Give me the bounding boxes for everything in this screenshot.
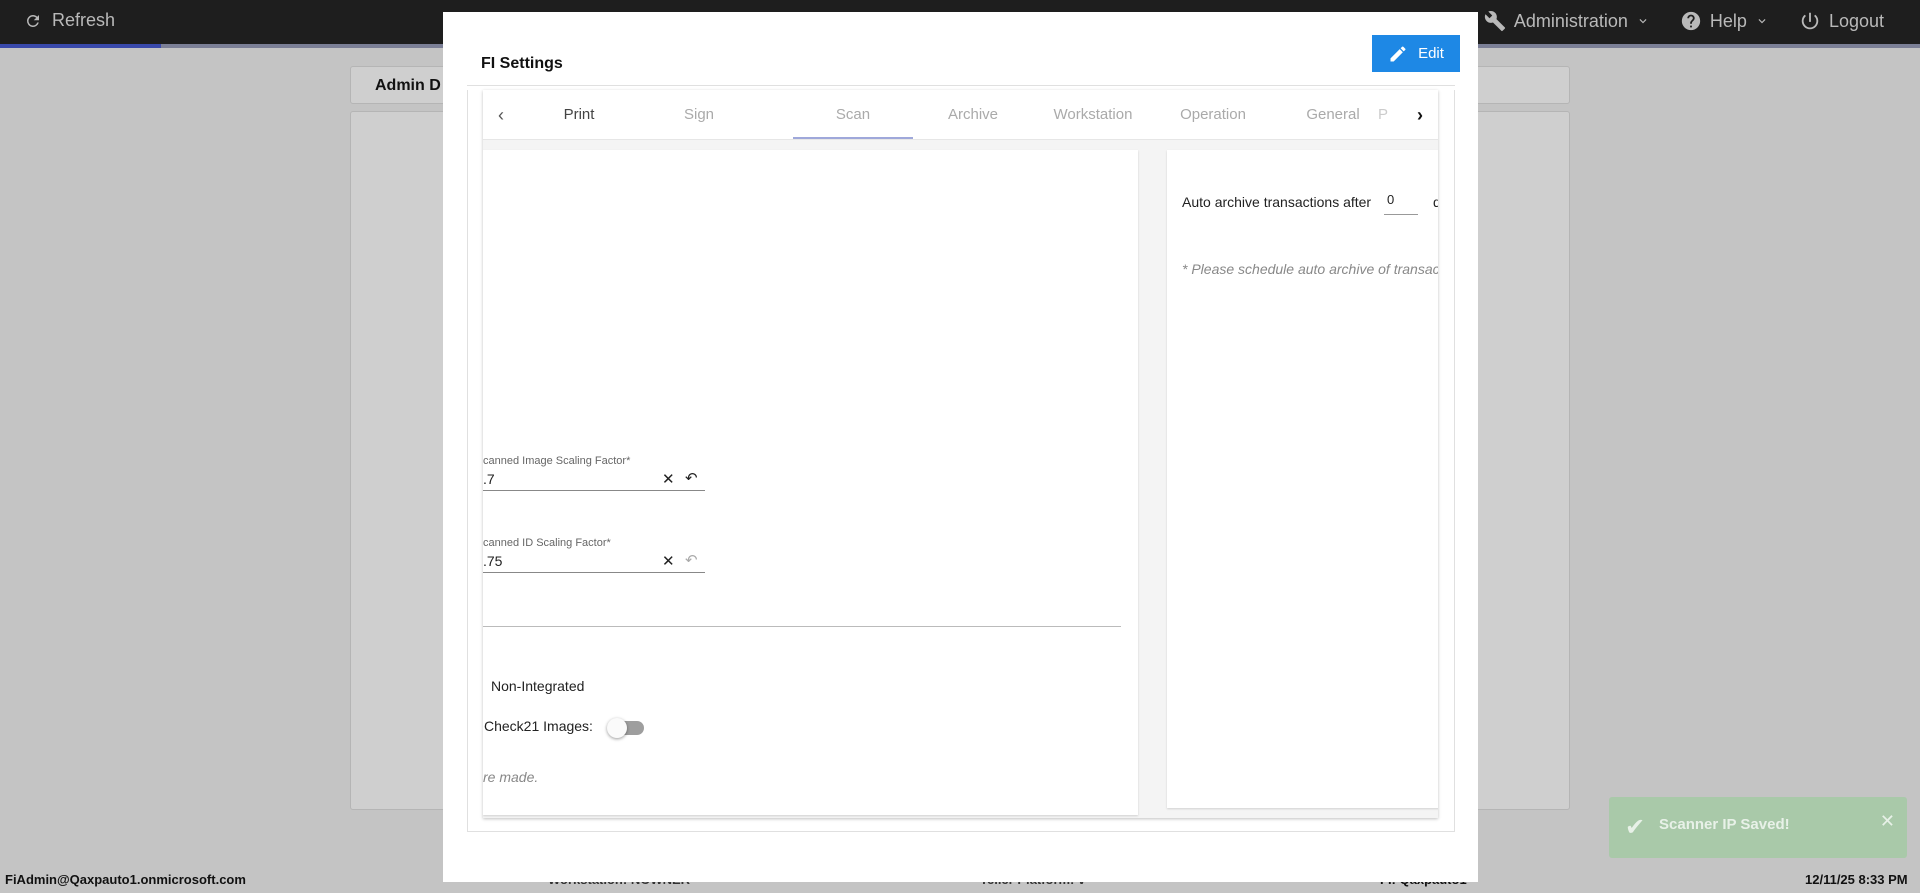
tab-workstation[interactable]: Workstation <box>1033 106 1153 123</box>
help-circle-icon <box>1681 11 1701 31</box>
chevron-down-icon <box>1639 19 1647 24</box>
progress-fill <box>0 44 162 48</box>
check21-toggle-knob[interactable] <box>607 718 627 738</box>
tab-partial[interactable]: P <box>1363 106 1403 123</box>
refresh-button[interactable]: Refresh <box>24 10 115 31</box>
administration-menu[interactable]: Administration <box>1484 10 1650 32</box>
section-divider <box>483 626 1121 627</box>
auto-archive-underline <box>1384 214 1418 215</box>
check21-label: Check21 Images: <box>484 718 593 734</box>
scan-settings-card: canned Image Scaling Factor* .7 ✕ ↶ cann… <box>483 150 1138 815</box>
pencil-icon <box>1390 45 1406 61</box>
footer-datetime: 12/11/25 8:33 PM <box>1805 872 1908 887</box>
clear-icon[interactable]: ✕ <box>662 552 675 570</box>
chevron-left-icon[interactable]: ‹ <box>489 103 513 127</box>
top-nav-menu: Administration Help Logout <box>1484 10 1884 32</box>
image-scaling-underline <box>483 490 705 491</box>
toast-close-icon[interactable]: ✕ <box>1880 811 1895 832</box>
modal-title: FI Settings <box>481 55 563 72</box>
toast-message: Scanner IP Saved! <box>1659 816 1790 833</box>
administration-label: Administration <box>1513 10 1628 31</box>
settings-tabs-panel: ‹ Print Sign Scan Archive Workstation Op… <box>483 90 1438 818</box>
wrench-icon <box>1484 11 1505 32</box>
tab-archive[interactable]: Archive <box>913 106 1033 123</box>
undo-icon: ↶ <box>685 552 698 569</box>
archive-settings-card: Auto archive transactions after 0 d * Pl… <box>1167 150 1438 808</box>
footer-user: FiAdmin@Qaxpauto1.onmicrosoft.com <box>5 872 246 887</box>
image-scaling-label: canned Image Scaling Factor* <box>483 455 631 467</box>
logout-label: Logout <box>1828 10 1884 31</box>
scan-note: re made. <box>483 769 539 785</box>
id-scaling-label: canned ID Scaling Factor* <box>483 537 611 549</box>
edit-button[interactable]: Edit <box>1372 35 1460 72</box>
power-icon <box>1801 12 1819 30</box>
tab-operation[interactable]: Operation <box>1153 106 1273 123</box>
tab-bar: ‹ Print Sign Scan Archive Workstation Op… <box>483 90 1438 140</box>
image-scaling-input[interactable]: .7 <box>483 471 495 487</box>
chevron-down-icon <box>1758 19 1766 24</box>
refresh-label: Refresh <box>52 10 116 30</box>
id-scaling-input[interactable]: .75 <box>483 553 502 569</box>
archive-note: * Please schedule auto archive of transa… <box>1182 261 1438 277</box>
scanner-type-value[interactable]: Non-Integrated <box>491 678 584 694</box>
tab-scan[interactable]: Scan <box>793 106 913 123</box>
toast-notification: ✔ Scanner IP Saved! ✕ <box>1609 797 1907 858</box>
undo-icon[interactable]: ↶ <box>685 469 698 487</box>
background-page-title: Admin D <box>375 77 441 94</box>
refresh-icon <box>26 14 39 27</box>
auto-archive-days-input[interactable]: 0 <box>1387 192 1394 207</box>
tab-sign[interactable]: Sign <box>639 106 759 123</box>
active-tab-indicator <box>793 137 913 139</box>
modal-header: FI Settings <box>467 36 1455 86</box>
tab-print[interactable]: Print <box>519 106 639 123</box>
auto-archive-label: Auto archive transactions after <box>1182 194 1372 210</box>
auto-archive-suffix: d <box>1433 194 1438 210</box>
help-menu[interactable]: Help <box>1680 10 1769 32</box>
chevron-right-icon[interactable]: › <box>1408 103 1432 127</box>
clear-icon[interactable]: ✕ <box>662 470 675 488</box>
fi-settings-modal: FI Settings Edit ‹ Print Sign Scan Archi… <box>443 12 1478 882</box>
help-label: Help <box>1709 10 1747 31</box>
id-scaling-underline <box>483 572 705 573</box>
edit-label: Edit <box>1418 45 1444 62</box>
check-icon: ✔ <box>1625 814 1646 841</box>
logout-button[interactable]: Logout <box>1799 10 1884 32</box>
